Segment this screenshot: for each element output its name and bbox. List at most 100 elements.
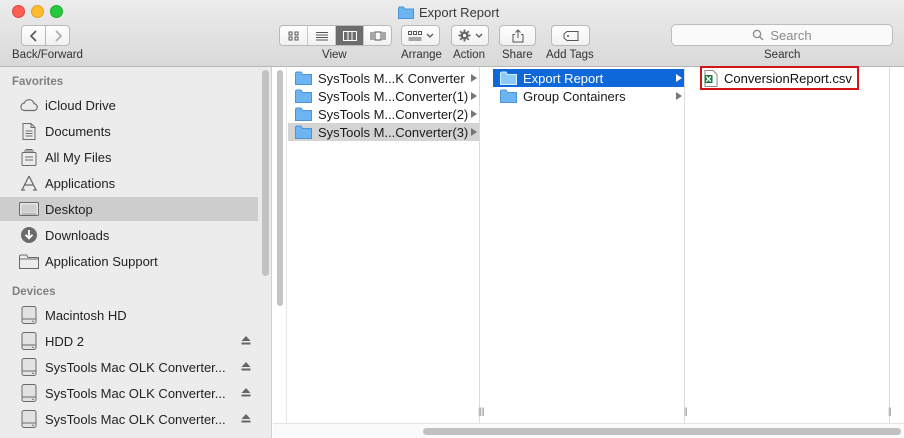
disk-icon — [19, 384, 39, 402]
sidebar-item-downloads[interactable]: Downloads — [0, 223, 258, 247]
share-button[interactable] — [499, 25, 536, 46]
arrange-grid-icon — [407, 30, 422, 40]
horizontal-scrollbar[interactable] — [273, 423, 904, 438]
sidebar-item-documents[interactable]: Documents — [0, 119, 258, 143]
cloud-icon — [19, 96, 39, 114]
folder-icon — [500, 89, 517, 103]
gear-icon — [458, 29, 470, 42]
sidebar-item-applications[interactable]: Applications — [0, 171, 258, 195]
all-files-icon — [19, 148, 39, 166]
disclosure-arrow-icon — [471, 110, 477, 118]
window-title-text: Export Report — [419, 4, 500, 20]
coverflow-icon — [370, 31, 385, 40]
list-view-button[interactable] — [308, 26, 336, 45]
arrange-button[interactable] — [401, 25, 440, 46]
sidebar-item-icloud-drive[interactable]: iCloud Drive — [0, 93, 258, 117]
close-window-button[interactable] — [12, 5, 25, 18]
view-mode-control[interactable] — [279, 25, 392, 46]
action-label: Action — [453, 49, 485, 61]
previous-column-edge — [273, 67, 287, 423]
column-view-button[interactable] — [336, 26, 364, 45]
folder-icon — [295, 125, 312, 139]
column-systools: SysTools M...K Converter SysTools M...Co… — [288, 67, 482, 423]
view-label: View — [322, 49, 347, 61]
list-item[interactable]: SysTools M...Converter(1) — [288, 87, 479, 105]
sidebar-item-desktop[interactable]: Desktop — [0, 197, 258, 221]
list-item[interactable]: SysTools M...Converter(2) — [288, 105, 479, 123]
folder-icon — [500, 71, 517, 85]
chevron-right-icon — [54, 29, 62, 42]
gallery-view-button[interactable] — [364, 26, 391, 45]
eject-icon[interactable] — [241, 335, 251, 345]
window-title: Export Report — [398, 3, 499, 21]
folder-icon — [295, 107, 312, 121]
column-export-report: || — [698, 67, 892, 423]
chevron-left-icon — [29, 29, 37, 42]
disk-icon — [19, 410, 39, 428]
list-item[interactable]: ConversionReport.csv — [704, 69, 852, 87]
search-field[interactable]: Search — [671, 24, 893, 46]
disk-icon — [19, 332, 39, 350]
disclosure-arrow-icon — [471, 74, 477, 82]
sidebar-item-hdd-2[interactable]: HDD 2 — [0, 329, 258, 353]
share-icon — [512, 28, 523, 42]
finder-window: Export Report Back/Forward View Arrange … — [0, 0, 904, 438]
desktop-icon — [19, 200, 39, 218]
disk-icon — [19, 306, 39, 324]
folder-icon — [398, 6, 414, 19]
sidebar-item-macintosh-hd[interactable]: Macintosh HD — [0, 303, 258, 327]
document-icon — [19, 122, 39, 140]
columns-icon — [342, 30, 357, 41]
horizontal-scroll-thumb[interactable] — [423, 428, 901, 435]
sidebar-item-application-support[interactable]: Application Support — [0, 249, 258, 273]
list-item[interactable]: SysTools M...K Converter — [288, 69, 479, 87]
sidebar-item-systools-volume-3[interactable]: SysTools Mac OLK Converter... — [0, 407, 258, 431]
search-label: Search — [764, 49, 801, 61]
action-button[interactable] — [451, 25, 489, 46]
disclosure-arrow-icon — [676, 92, 682, 100]
excel-csv-file-icon — [704, 69, 718, 87]
back-forward-label: Back/Forward — [12, 49, 83, 61]
column-resize-handle[interactable]: || — [481, 406, 485, 416]
back-button[interactable] — [21, 25, 46, 46]
search-placeholder: Search — [770, 27, 812, 43]
arrange-label: Arrange — [401, 49, 442, 61]
disclosure-arrow-icon — [471, 92, 477, 100]
icon-grid-icon — [288, 31, 298, 40]
folder-icon — [19, 252, 39, 270]
column-resize-handle[interactable]: || — [888, 406, 892, 416]
add-tags-label: Add Tags — [546, 49, 594, 61]
disclosure-arrow-icon — [676, 74, 682, 82]
list-item[interactable]: Group Containers — [493, 87, 684, 105]
folder-icon — [295, 71, 312, 85]
zoom-window-button[interactable] — [50, 5, 63, 18]
sidebar-item-all-my-files[interactable]: All My Files — [0, 145, 258, 169]
sidebar-item-systools-volume-1[interactable]: SysTools Mac OLK Converter... — [0, 355, 258, 379]
list-item-selected[interactable]: Export Report — [493, 69, 684, 87]
icon-view-button[interactable] — [280, 26, 308, 45]
list-icon — [315, 31, 328, 40]
folder-icon — [295, 89, 312, 103]
applications-icon — [19, 174, 39, 192]
forward-button[interactable] — [45, 25, 70, 46]
list-item-selected[interactable]: SysTools M...Converter(3) — [288, 123, 479, 141]
eject-icon[interactable] — [241, 413, 251, 423]
column-resize-handle[interactable]: || — [684, 406, 688, 416]
chevron-down-icon — [426, 33, 433, 38]
sidebar: Favorites iCloud Drive Documents All My … — [0, 67, 272, 438]
minimize-window-button[interactable] — [31, 5, 44, 18]
eject-icon[interactable] — [241, 387, 251, 397]
column-scrollbar[interactable] — [277, 70, 283, 306]
add-tags-button[interactable] — [551, 25, 590, 46]
disclosure-arrow-icon — [471, 128, 477, 136]
favorites-heading: Favorites — [12, 76, 64, 88]
sidebar-scrollbar[interactable] — [262, 70, 269, 276]
search-icon — [753, 29, 764, 41]
eject-icon[interactable] — [241, 361, 251, 371]
sidebar-item-systools-volume-2[interactable]: SysTools Mac OLK Converter... — [0, 381, 258, 405]
tag-icon — [563, 30, 578, 41]
chevron-down-icon — [475, 33, 482, 38]
downloads-icon — [19, 226, 39, 244]
toolbar: Export Report Back/Forward View Arrange … — [0, 0, 904, 67]
share-label: Share — [502, 49, 533, 61]
